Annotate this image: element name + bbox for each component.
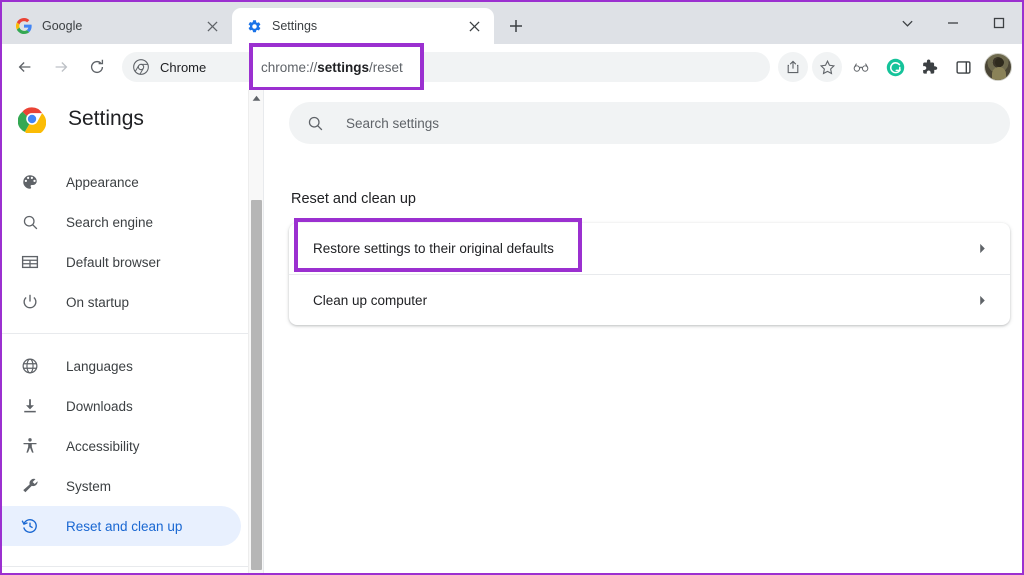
extensions-puzzle-icon[interactable]	[914, 52, 944, 82]
scrollbar-thumb[interactable]	[251, 200, 262, 570]
minimize-icon[interactable]	[930, 5, 976, 41]
magnifier-icon	[20, 212, 40, 232]
sidebar-item-label: Reset and clean up	[66, 518, 183, 534]
sidebar-item-label: Accessibility	[66, 438, 140, 454]
sidebar-item-label: Default browser	[66, 254, 161, 270]
browser-window: Google Settings Chrome chrome://settings…	[0, 0, 1024, 575]
sidebar-item-label: Languages	[66, 358, 133, 374]
sidebar-group-2: Languages Downloads Accessibility System…	[2, 333, 263, 550]
globe-icon	[20, 356, 40, 376]
download-icon	[20, 396, 40, 416]
maximize-icon[interactable]	[976, 5, 1022, 41]
sidebar-nav: Appearance Search engine Default browser…	[2, 148, 263, 550]
sidebar-item-system[interactable]: System	[2, 466, 241, 506]
sidebar-item-accessibility[interactable]: Accessibility	[2, 426, 241, 466]
sidebar-item-languages[interactable]: Languages	[2, 346, 241, 386]
row-label: Clean up computer	[313, 292, 428, 308]
tab-strip: Google Settings	[2, 2, 1022, 44]
clean-up-computer-row[interactable]: Clean up computer	[289, 274, 1010, 325]
google-g-icon	[16, 18, 32, 34]
settings-sidebar: Settings Appearance Search engine Defaul…	[2, 90, 264, 573]
page-title: Settings	[68, 107, 144, 130]
chrome-logo-icon	[128, 59, 154, 75]
bookmark-star-icon[interactable]	[812, 52, 842, 82]
settings-brand[interactable]: Settings	[2, 90, 263, 148]
row-label: Restore settings to their original defau…	[313, 241, 554, 256]
restore-clock-icon	[20, 516, 40, 536]
search-icon	[307, 115, 324, 132]
reading-glasses-icon[interactable]	[846, 52, 876, 82]
share-icon[interactable]	[778, 52, 808, 82]
toolbar-icons	[776, 52, 1014, 82]
sidebar-item-label: Appearance	[66, 174, 139, 190]
sidebar-item-search-engine[interactable]: Search engine	[2, 202, 241, 242]
grammarly-extension-icon[interactable]	[880, 52, 910, 82]
forward-button[interactable]	[46, 52, 76, 82]
sidebar-item-appearance[interactable]: Appearance	[2, 162, 241, 202]
palette-icon	[20, 172, 40, 192]
browser-toolbar: Chrome chrome://settings/reset	[2, 43, 1022, 91]
chevron-right-icon	[977, 295, 988, 306]
omnibox-url-highlight[interactable]: chrome://settings/reset	[249, 43, 424, 91]
restore-settings-row[interactable]: Restore settings to their original defau…	[289, 223, 1010, 274]
tab-title: Google	[42, 19, 83, 33]
sidebar-divider	[2, 566, 263, 567]
settings-main: Reset and clean up Restore settings to t…	[264, 90, 1022, 573]
omnibox[interactable]: Chrome chrome://settings/reset	[122, 43, 770, 91]
sidebar-item-on-startup[interactable]: On startup	[2, 282, 241, 322]
settings-gear-icon	[246, 18, 262, 34]
back-button[interactable]	[10, 52, 40, 82]
reset-options-card: Restore settings to their original defau…	[289, 223, 1010, 325]
omnibox-url-text: chrome://settings/reset	[261, 59, 403, 75]
power-icon	[20, 292, 40, 312]
profile-avatar[interactable]	[984, 53, 1012, 81]
tab-close-button[interactable]	[202, 16, 222, 36]
side-panel-icon[interactable]	[948, 52, 978, 82]
tab-close-button[interactable]	[464, 16, 484, 36]
sidebar-group-1: Appearance Search engine Default browser…	[2, 158, 263, 326]
tab-google[interactable]: Google	[2, 8, 232, 44]
sidebar-item-label: On startup	[66, 294, 130, 310]
tab-search-chevron-down-icon[interactable]	[884, 5, 930, 41]
section-title: Reset and clean up	[291, 191, 416, 207]
settings-page: Settings Appearance Search engine Defaul…	[2, 90, 1022, 573]
chrome-logo-icon	[17, 105, 47, 136]
accessibility-icon	[20, 436, 40, 456]
omnibox-chip-label: Chrome	[160, 59, 207, 75]
new-tab-button[interactable]	[502, 12, 530, 40]
browser-window-icon	[20, 252, 40, 272]
sidebar-item-label: System	[66, 478, 112, 494]
reload-button[interactable]	[82, 52, 112, 82]
sidebar-item-label: Search engine	[66, 214, 154, 230]
scrollbar-up-arrow-icon[interactable]	[249, 90, 263, 107]
sidebar-item-reset-and-clean-up[interactable]: Reset and clean up	[2, 506, 241, 546]
sidebar-scrollbar[interactable]	[248, 90, 263, 573]
wrench-icon	[20, 476, 40, 496]
search-input[interactable]	[346, 102, 1010, 144]
window-controls	[884, 2, 1022, 44]
sidebar-item-default-browser[interactable]: Default browser	[2, 242, 241, 282]
search-settings-bar[interactable]	[289, 102, 1010, 144]
tab-settings[interactable]: Settings	[232, 8, 494, 44]
sidebar-item-label: Downloads	[66, 398, 133, 414]
tab-title: Settings	[272, 19, 318, 33]
chevron-right-icon	[977, 243, 988, 254]
sidebar-item-downloads[interactable]: Downloads	[2, 386, 241, 426]
